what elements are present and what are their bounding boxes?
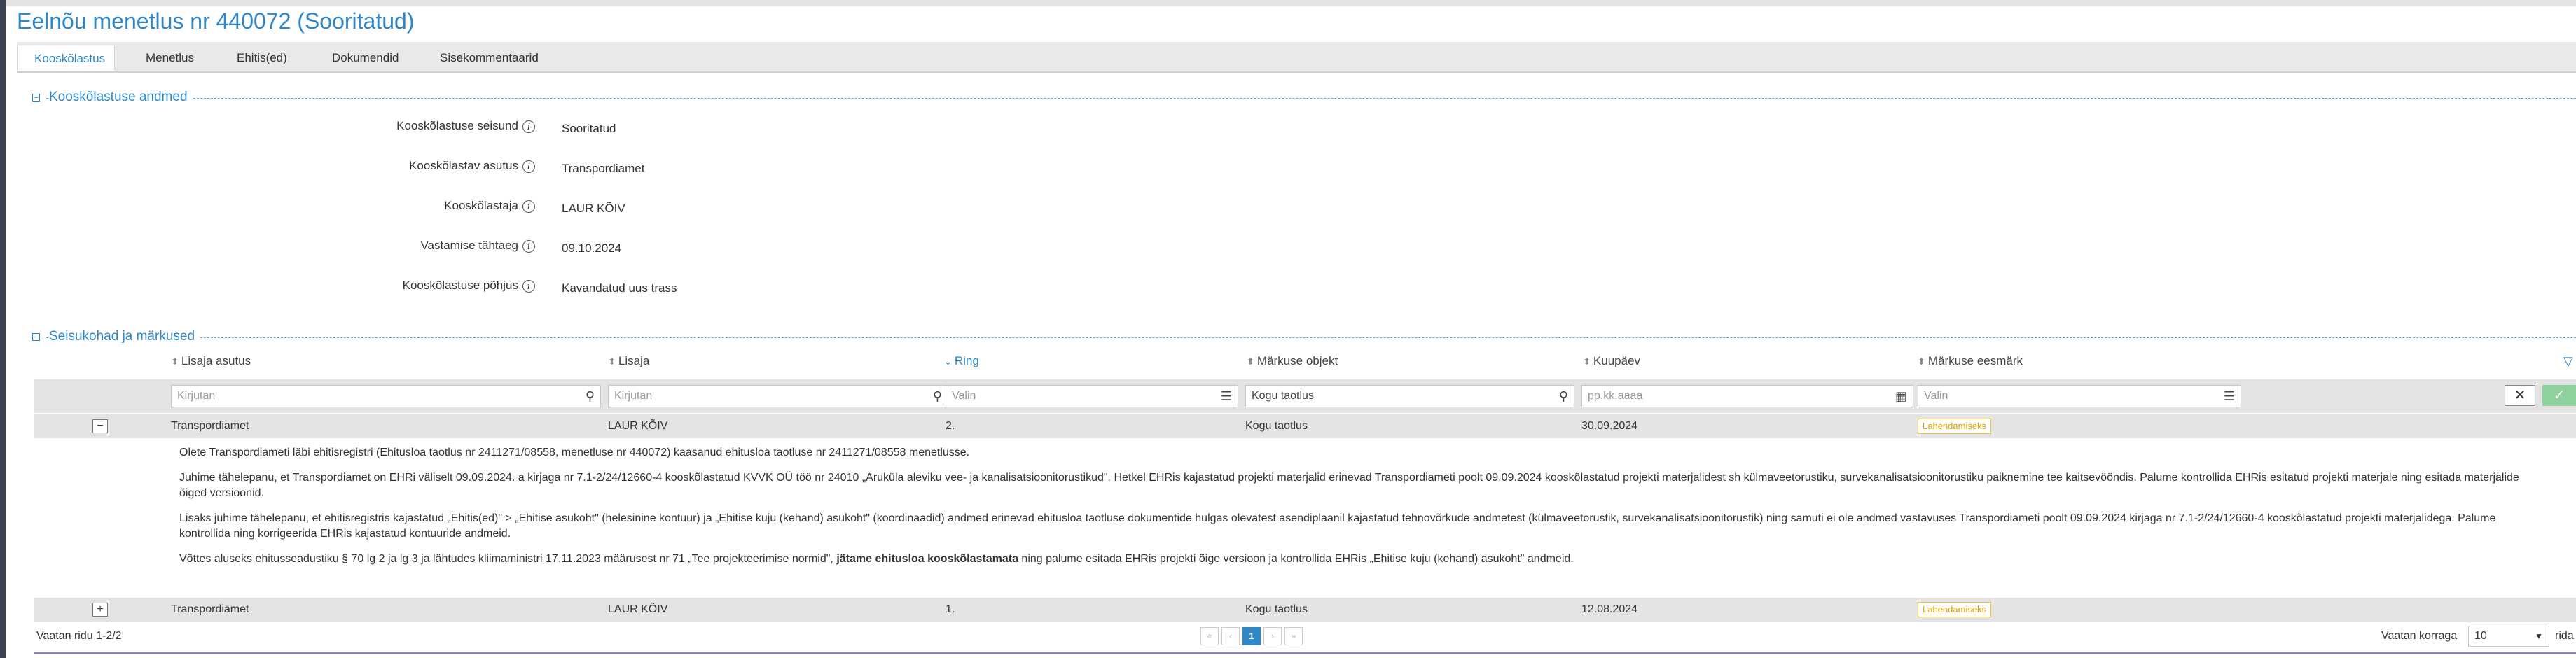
sort-icon: ⬍ (171, 356, 179, 367)
info-icon[interactable]: i (522, 160, 535, 173)
calendar-icon: ▦ (1895, 389, 1907, 403)
cell-objekt: Kogu taotlus (1245, 420, 1308, 432)
first-page-button[interactable]: « (1200, 627, 1219, 645)
bottom-border (34, 652, 2576, 654)
field-value-asutus: Transpordiamet (562, 162, 645, 175)
field-label-seisund: Kooskõlastuse seisund i (396, 119, 535, 133)
cell-kuupaev: 12.08.2024 (1581, 603, 1638, 615)
field-label-pohjus: Kooskõlastuse põhjus i (403, 279, 535, 293)
column-header-lisaja-asutus[interactable]: ⬍ Lisaja asutus (171, 354, 251, 368)
tab-sisekommentaarid[interactable]: Sisekommentaarid (423, 45, 555, 71)
clear-filters-button[interactable]: ✕ (2505, 385, 2535, 406)
cell-ring: 2. (946, 420, 955, 432)
search-icon: ⚲ (1558, 389, 1568, 403)
filter-lisaja-input[interactable]: Kirjutan ⚲ (608, 385, 948, 407)
collapse-toggle[interactable]: − (32, 94, 40, 102)
per-page-label: Vaatan korraga (2381, 630, 2458, 642)
list-icon: ☰ (2223, 389, 2235, 403)
sort-icon: ⬍ (1247, 356, 1254, 367)
prev-page-button[interactable]: ‹ (1221, 627, 1240, 645)
row-detail-text: Olete Transpordiameti läbi ehitisregistr… (179, 445, 2547, 567)
filter-funnel-icon[interactable]: ▽ (2563, 354, 2573, 369)
status-badge: Lahendamiseks (1918, 419, 1992, 434)
cell-asutus: Transpordiamet (171, 603, 249, 615)
cell-lisaja: LAUR KÕIV (608, 420, 668, 432)
rows-info: Vaatan ridu 1-2/2 (36, 630, 122, 642)
column-header-kuupaev[interactable]: ⬍ Kuupäev (1583, 354, 1640, 368)
apply-filters-button[interactable]: ✓ (2542, 385, 2576, 406)
sort-icon: ⬍ (608, 356, 616, 367)
detail-paragraph: Lisaks juhime tähelepanu, et ehitisregis… (179, 512, 2496, 540)
info-icon[interactable]: i (522, 120, 535, 133)
list-icon: ☰ (1220, 389, 1232, 403)
per-page-suffix: rida (2555, 630, 2574, 642)
filter-markuse-objekt-input[interactable]: Kogu taotlus ⚲ (1245, 385, 1574, 407)
section-title: Seisukohad ja märkused (49, 329, 200, 344)
field-value-kooskolastaja: LAUR KÕIV (562, 202, 625, 215)
table-row[interactable]: + Transpordiamet LAUR KÕIV 1. Kogu taotl… (34, 598, 2576, 622)
cell-objekt: Kogu taotlus (1245, 603, 1308, 615)
cell-kuupaev: 30.09.2024 (1581, 420, 1638, 432)
next-page-button[interactable]: › (1263, 627, 1282, 645)
search-icon: ⚲ (932, 389, 942, 403)
page-title: Eelnõu menetlus nr 440072 (Sooritatud) (17, 8, 415, 34)
tab-ehitised[interactable]: Ehitis(ed) (220, 45, 304, 71)
detail-paragraph: Võttes aluseks ehitusseadustiku § 70 lg … (179, 553, 1574, 565)
cell-asutus: Transpordiamet (171, 420, 249, 432)
info-icon[interactable]: i (522, 200, 535, 213)
tab-kooskolastus[interactable]: Kooskõlastus (17, 45, 115, 71)
row-collapse-toggle[interactable]: − (92, 419, 108, 433)
field-label-asutus: Kooskõlastav asutus i (409, 159, 535, 173)
cell-lisaja: LAUR KÕIV (608, 603, 668, 615)
section-seisukohad: − Seisukohad ja märkused (32, 329, 2576, 346)
filter-kuupaev-input[interactable]: pp.kk.aaaa ▦ (1581, 385, 1913, 407)
tab-menetlus[interactable]: Menetlus (129, 45, 211, 71)
status-badge: Lahendamiseks (1918, 602, 1992, 617)
filter-ring-select[interactable]: Valin ☰ (946, 385, 1238, 407)
collapse-toggle[interactable]: − (32, 333, 40, 342)
section-divider (46, 98, 2576, 99)
search-icon: ⚲ (585, 389, 595, 403)
cell-ring: 1. (946, 603, 955, 615)
per-page-select[interactable]: 10 ▼ (2468, 626, 2549, 647)
info-icon[interactable]: i (522, 279, 535, 293)
column-header-lisaja[interactable]: ⬍ Lisaja (608, 354, 649, 368)
sort-icon: ⬍ (1583, 356, 1591, 367)
filter-row: Kirjutan ⚲ Kirjutan ⚲ Valin ☰ Kogu taotlus ⚲… (34, 379, 2576, 413)
section-divider (46, 337, 2576, 338)
sort-icon: ⬍ (1918, 356, 1925, 367)
section-kooskolastuse-andmed: − Kooskõlastuse andmed (32, 90, 2576, 106)
field-value-seisund: Sooritatud (562, 122, 616, 135)
tab-bar: Kooskõlastus Menetlus Ehitis(ed) Dokumen… (17, 42, 2576, 73)
section-title: Kooskõlastuse andmed (49, 90, 192, 105)
detail-paragraph: Olete Transpordiameti läbi ehitisregistr… (179, 447, 970, 458)
filter-markuse-eesmark-select[interactable]: Valin ☰ (1918, 385, 2241, 407)
detail-paragraph: Juhime tähelepanu, et Transpordiamet on … (179, 472, 2519, 499)
info-icon[interactable]: i (522, 239, 535, 253)
field-value-pohjus: Kavandatud uus trass (562, 281, 677, 295)
sort-desc-icon: ⌄ (944, 356, 952, 367)
row-expand-toggle[interactable]: + (92, 603, 108, 617)
column-header-markuse-eesmark[interactable]: ⬍ Märkuse eesmärk (1918, 354, 2023, 368)
filter-lisaja-asutus-input[interactable]: Kirjutan ⚲ (171, 385, 601, 407)
field-label-tahtaeg: Vastamise tähtaeg i (420, 239, 535, 253)
caret-down-icon: ▼ (2535, 631, 2543, 641)
table-row[interactable]: − Transpordiamet LAUR KÕIV 2. Kogu taotl… (34, 414, 2576, 438)
column-header-ring[interactable]: ⌄ Ring (944, 354, 979, 368)
last-page-button[interactable]: » (1284, 627, 1303, 645)
tab-dokumendid[interactable]: Dokumendid (315, 45, 415, 71)
field-value-tahtaeg: 09.10.2024 (562, 241, 622, 255)
top-strip (0, 0, 2576, 6)
left-edge (0, 0, 6, 658)
page-button-current[interactable]: 1 (1242, 627, 1261, 645)
column-header-markuse-objekt[interactable]: ⬍ Märkuse objekt (1247, 354, 1338, 368)
field-label-kooskolastaja: Kooskõlastaja i (444, 199, 535, 213)
